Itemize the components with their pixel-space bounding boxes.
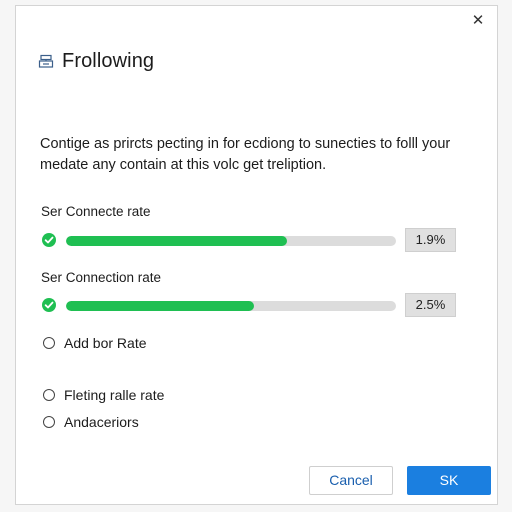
dialog-description: Contige as prircts pecting in for ecdion… [40, 136, 451, 173]
radio-label: Add bor Rate [64, 335, 147, 351]
radio-button[interactable] [43, 416, 55, 428]
progress-fill [66, 301, 255, 311]
dialog-header: Frollowing [38, 50, 154, 73]
server-icon [38, 54, 54, 68]
radio-button[interactable] [43, 337, 55, 349]
metric-label: Ser Connecte rate [41, 204, 151, 219]
radio-label: Fleting ralle rate [64, 387, 165, 403]
progress-fill [66, 236, 288, 246]
ok-button[interactable]: SK [407, 466, 491, 495]
radio-option-fleting-ralle-rate[interactable]: Fleting ralle rate [43, 387, 164, 403]
cancel-button[interactable]: Cancel [309, 466, 393, 495]
metric-row: 1.9% [42, 228, 462, 252]
metric-value: 2.5% [405, 293, 456, 317]
progress-track [66, 236, 396, 246]
close-button[interactable]: ✕ [469, 12, 487, 30]
metric-row: 2.5% [42, 293, 462, 317]
radio-option-add-bor-rate[interactable]: Add bor Rate [43, 335, 147, 351]
radio-button[interactable] [43, 389, 55, 401]
check-circle-icon [42, 233, 56, 247]
check-circle-icon [42, 298, 56, 312]
metric-value: 1.9% [405, 228, 456, 252]
progress-track [66, 301, 396, 311]
dialog-title: Frollowing [62, 50, 155, 72]
dialog-window: ✕ Frollowing Contige as prircts pecting … [15, 5, 498, 505]
radio-option-andaceriors[interactable]: Andaceriors [43, 414, 139, 430]
radio-label: Andaceriors [64, 414, 139, 430]
metric-label: Ser Connection rate [41, 270, 162, 285]
close-icon[interactable]: ✕ [472, 12, 485, 29]
